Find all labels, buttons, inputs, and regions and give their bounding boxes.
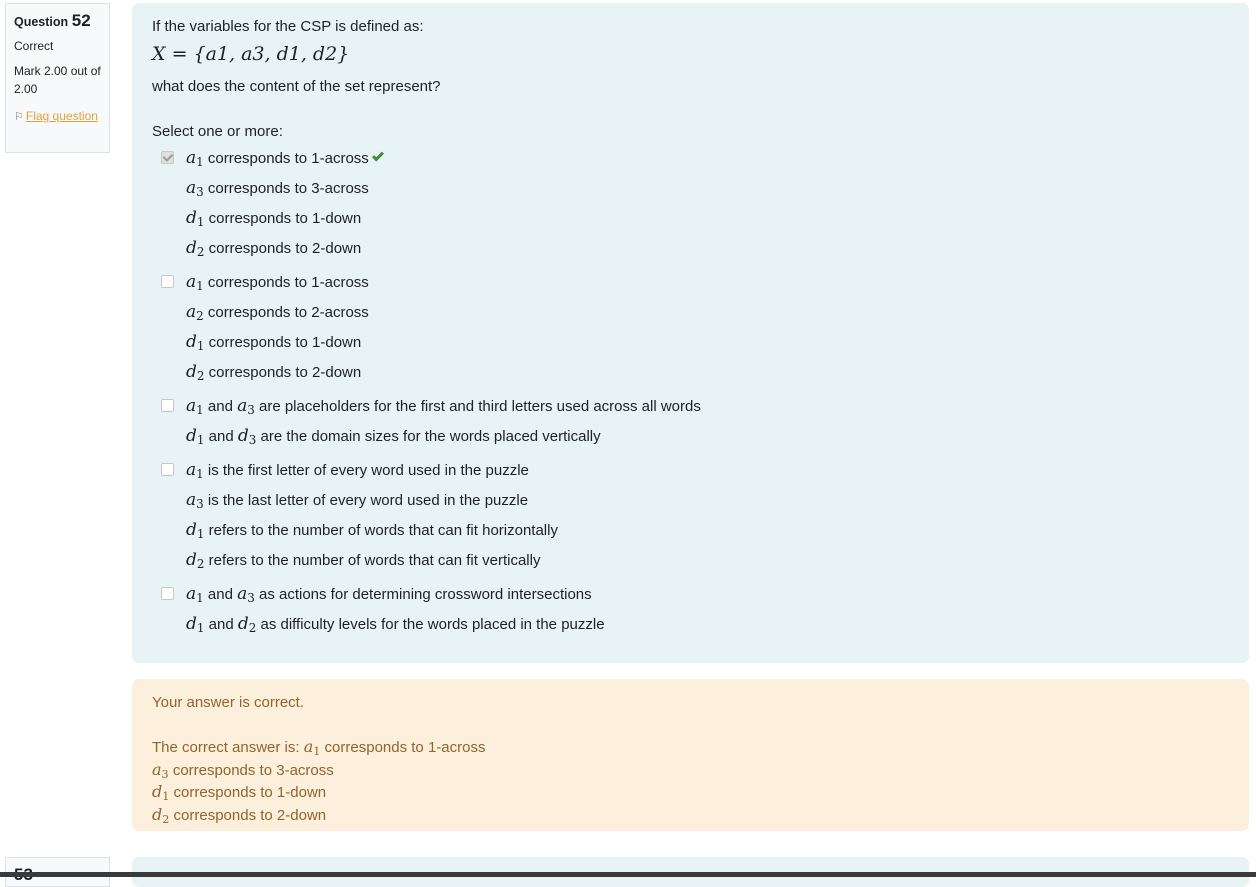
- option-4-line[interactable]: a1 is the first letter of every word use…: [186, 460, 529, 481]
- option-1-line[interactable]: d1 corresponds to 1-down: [186, 208, 361, 229]
- math-variable: a2: [186, 302, 204, 323]
- correct-answer-line: a3 corresponds to 3-across: [152, 759, 334, 781]
- correct-answer-line: d1 corresponds to 1-down: [152, 782, 327, 803]
- option-checkbox-4[interactable]: [161, 463, 174, 476]
- math-variable: d1: [186, 520, 205, 541]
- option-4-line[interactable]: d2 refers to the number of words that ca…: [186, 550, 540, 571]
- option-5-line[interactable]: a1 and a3 as actions for determining cro…: [186, 584, 592, 605]
- option-3-line[interactable]: a1 and a3 are placeholders for the first…: [186, 396, 701, 417]
- correct-answer-line: d2 corresponds to 2-down: [152, 804, 327, 826]
- correct-answer-line: The correct answer is: a1 corresponds to…: [152, 737, 486, 758]
- math-variable: d1: [186, 332, 205, 353]
- question-info: Question 52 Correct Mark 2.00 out of 2.0…: [5, 3, 110, 153]
- math-variable: d2: [186, 238, 205, 259]
- option-1-line[interactable]: a3 corresponds to 3-across: [186, 178, 369, 199]
- math-variable: a3: [186, 178, 204, 199]
- question-set-text: X = {a1, a3, d1, d2}: [152, 43, 350, 65]
- option-5-line[interactable]: d1 and d2 as difficulty levels for the w…: [186, 614, 605, 635]
- math-variable: a1: [186, 396, 204, 417]
- math-variable: a1: [303, 737, 321, 758]
- question-set: X = {a1, a3, d1, d2}: [152, 43, 349, 65]
- math-variable: d2: [186, 550, 205, 571]
- option-2-line[interactable]: a2 corresponds to 2-across: [186, 302, 369, 323]
- flag-icon: ⚐: [14, 111, 24, 123]
- option-2-line[interactable]: d1 corresponds to 1-down: [186, 332, 361, 353]
- math-variable: d1: [152, 782, 170, 803]
- option-checkbox-5[interactable]: [161, 587, 174, 600]
- option-1-line[interactable]: a1 corresponds to 1-across: [186, 148, 384, 169]
- bottom-bar: [0, 872, 1256, 877]
- check-icon: [371, 149, 384, 162]
- option-1-line[interactable]: d2 corresponds to 2-down: [186, 238, 361, 259]
- feedback-status: Your answer is correct.: [152, 694, 305, 711]
- question-intro: If the variables for the CSP is defined …: [152, 18, 424, 35]
- math-variable: d3: [237, 426, 257, 447]
- math-variable: d2: [186, 362, 205, 383]
- option-checkbox-3[interactable]: [161, 399, 174, 412]
- question-grade: Mark 2.00 out of 2.00: [14, 64, 101, 96]
- math-variable: a1: [186, 272, 204, 293]
- question-number-row: Question 52: [14, 10, 101, 33]
- question-label: Question: [14, 15, 69, 29]
- question-state: Correct: [14, 39, 54, 53]
- question-prompt: what does the content of the set represe…: [152, 78, 441, 95]
- option-checkbox-1[interactable]: [161, 151, 174, 164]
- math-variable: d1: [186, 426, 205, 447]
- option-checkbox-2[interactable]: [161, 275, 174, 288]
- math-variable: d2: [237, 614, 257, 635]
- math-variable: a3: [186, 490, 204, 511]
- question-formulation: If the variables for the CSP is defined …: [132, 3, 1249, 663]
- math-variable: d1: [186, 208, 205, 229]
- math-variable: a3: [152, 759, 169, 781]
- feedback-panel: Your answer is correct. The correct answ…: [132, 679, 1249, 831]
- select-prompt: Select one or more:: [152, 123, 283, 140]
- math-variable: d1: [186, 614, 205, 635]
- option-2-line[interactable]: a1 corresponds to 1-across: [186, 272, 369, 293]
- option-4-line[interactable]: a3 is the last letter of every word used…: [186, 490, 528, 511]
- math-variable: a1: [186, 460, 204, 481]
- correct-answer-prefix: The correct answer is:: [152, 739, 304, 756]
- math-variable: a3: [237, 584, 255, 605]
- math-variable: a1: [186, 584, 204, 605]
- math-variable: a3: [237, 396, 255, 417]
- flag-question[interactable]: ⚐ Flag question: [14, 107, 101, 126]
- flag-question-link[interactable]: Flag question: [26, 109, 98, 123]
- math-variable: a1: [186, 148, 204, 169]
- option-2-line[interactable]: d2 corresponds to 2-down: [186, 362, 361, 383]
- math-variable: d2: [152, 804, 170, 826]
- option-4-line[interactable]: d1 refers to the number of words that ca…: [186, 520, 558, 541]
- question-number: 52: [71, 11, 91, 30]
- option-3-line[interactable]: d1 and d3 are the domain sizes for the w…: [186, 426, 601, 447]
